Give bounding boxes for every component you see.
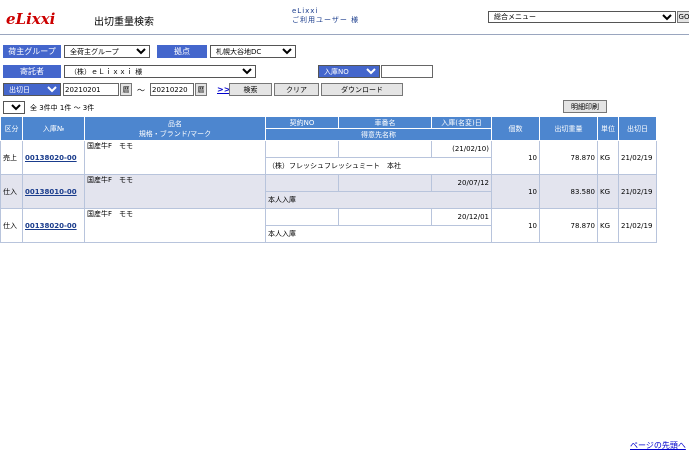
header-vehicle: 車番名: [338, 116, 432, 129]
page-select[interactable]: 1: [3, 101, 25, 114]
header-out-date: 出切日: [618, 116, 657, 141]
header-weight: 出切重量: [539, 116, 598, 141]
receipt-no-link[interactable]: 00138020-00: [22, 140, 85, 175]
row-weight: 78.870: [539, 208, 598, 243]
table-row: 仕入 00138020-00 国産牛F モモ 20/12/01 10 78.87…: [0, 208, 657, 243]
header-qty: 個数: [491, 116, 540, 141]
base-select[interactable]: 札幌大谷地DC: [210, 45, 296, 58]
result-summary: 全 3件中 1件 ～ 3件: [30, 104, 95, 112]
row-unit: KG: [597, 174, 619, 209]
row-customer: （株）フレッシュフレッシュミート 本社: [265, 157, 492, 175]
header-kubun: 区分: [0, 116, 23, 141]
clear-button[interactable]: クリア: [274, 83, 319, 96]
table-row: 仕入 00138010-00 国産牛F モモ 20/07/12 10 83.58…: [0, 174, 657, 209]
consignor-label: 寄託者: [3, 65, 61, 78]
row-qty: 10: [491, 174, 540, 209]
receipt-no-link[interactable]: 00138020-00: [22, 208, 85, 243]
date-from-calendar-button[interactable]: 暦: [120, 83, 132, 96]
row-kubun: 仕入: [0, 208, 23, 243]
row-vehicle: [338, 174, 432, 192]
row-weight: 78.870: [539, 140, 598, 175]
user-name: ご利用ユーザー 様: [292, 16, 360, 24]
row-kubun: 売上: [0, 140, 23, 175]
date-from-input[interactable]: [63, 83, 119, 96]
row-item: 国産牛F モモ: [84, 140, 266, 175]
base-label: 拠点: [157, 45, 207, 58]
row-date: 20/07/12: [431, 174, 492, 192]
row-out-date: 21/02/19: [618, 140, 657, 175]
date-to-calendar-button[interactable]: 暦: [195, 83, 207, 96]
header-item: 品名 規格・ブランド/マーク: [84, 116, 266, 141]
header-customer: 得意先名称: [265, 128, 492, 141]
row-out-date: 21/02/19: [618, 208, 657, 243]
header-receipt-no: 入庫№: [22, 116, 85, 141]
menu-select[interactable]: 総合メニュー: [488, 11, 676, 23]
elixxi-logo: eLixxi: [6, 10, 56, 28]
row-customer: 本人入庫: [265, 191, 492, 209]
user-company: eLixxi: [292, 7, 319, 15]
results-table: 区分 入庫№ 品名 規格・ブランド/マーク 契約NO 車番名 入庫(名変)日 個…: [0, 116, 657, 243]
go-button[interactable]: GO: [677, 11, 689, 23]
shipper-group-label: 荷主グループ: [3, 45, 61, 58]
download-button[interactable]: ダウンロード: [321, 83, 403, 96]
row-qty: 10: [491, 140, 540, 175]
header-receipt-date: 入庫(名変)日: [431, 116, 492, 129]
row-date: (21/02/10): [431, 140, 492, 158]
header-item-spec: 規格・ブランド/マーク: [138, 129, 212, 138]
row-date: 20/12/01: [431, 208, 492, 226]
header-unit: 単位: [597, 116, 619, 141]
date-to-input[interactable]: [150, 83, 194, 96]
receipt-no-type-select[interactable]: 入庫NO: [318, 65, 380, 78]
row-weight: 83.580: [539, 174, 598, 209]
row-out-date: 21/02/19: [618, 174, 657, 209]
row-item: 国産牛F モモ: [84, 208, 266, 243]
row-unit: KG: [597, 208, 619, 243]
row-contract: [265, 140, 339, 158]
row-qty: 10: [491, 208, 540, 243]
header-item-name: 品名: [168, 119, 182, 128]
date-type-select[interactable]: 出切日: [3, 83, 61, 96]
receipt-no-link[interactable]: 00138010-00: [22, 174, 85, 209]
user-info: eLixxi ご利用ユーザー 様: [292, 7, 359, 25]
page-top-link[interactable]: ページの先頭へ: [630, 440, 686, 451]
consignor-select[interactable]: （株）ｅＬｉｘｘｉ 様: [64, 65, 256, 78]
shipper-group-select[interactable]: 全荷主グループ: [64, 45, 150, 58]
row-vehicle: [338, 208, 432, 226]
row-vehicle: [338, 140, 432, 158]
row-kubun: 仕入: [0, 174, 23, 209]
page-title: 出切重量検索: [94, 17, 154, 28]
row-unit: KG: [597, 140, 619, 175]
print-details-button[interactable]: 明細印刷: [563, 100, 607, 113]
header-contract-no: 契約NO: [265, 116, 339, 129]
row-customer: 本人入庫: [265, 225, 492, 243]
search-button[interactable]: 検索: [229, 83, 272, 96]
date-range-tilde: ～: [137, 86, 145, 95]
row-contract: [265, 174, 339, 192]
row-item: 国産牛F モモ: [84, 174, 266, 209]
row-contract: [265, 208, 339, 226]
header-divider: [0, 34, 689, 35]
receipt-no-input[interactable]: [381, 65, 433, 78]
table-row: 売上 00138020-00 国産牛F モモ (21/02/10) 10 78.…: [0, 140, 657, 175]
